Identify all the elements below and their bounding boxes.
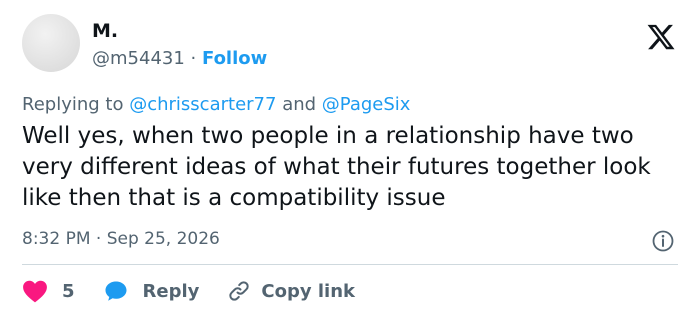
chat-bubble-icon — [105, 281, 127, 301]
reply-label: Reply — [142, 280, 200, 302]
reply-conjunction: and — [282, 94, 317, 115]
reply-prefix: Replying to — [22, 94, 124, 115]
author-handle[interactable]: @m54431 — [92, 48, 185, 69]
tweet-time[interactable]: 8:32 PM — [22, 229, 91, 249]
copy-link-button[interactable]: Copy link — [227, 279, 355, 303]
tweet-date[interactable]: Sep 25, 2026 — [107, 229, 220, 249]
divider — [22, 264, 678, 265]
mention-link-2[interactable]: @PageSix — [322, 94, 411, 115]
link-icon — [229, 281, 250, 301]
mention-link-1[interactable]: @chrisscarter77 — [129, 94, 276, 115]
author-handle-row: @m54431 · Follow — [92, 48, 267, 69]
copy-link-label: Copy link — [261, 280, 355, 302]
tweet-meta: 8:32 PM · Sep 25, 2026 — [22, 229, 220, 249]
tweet-text: Well yes, when two people in a relations… — [22, 123, 651, 211]
like-button[interactable]: 5 — [22, 279, 75, 303]
like-count: 5 — [62, 280, 75, 302]
action-bar: 5 Reply Copy link — [22, 276, 355, 306]
avatar[interactable] — [22, 14, 80, 72]
reply-context: Replying to @chrisscarter77 and @PageSix — [22, 94, 410, 115]
handle-separator: · — [190, 48, 197, 69]
reply-button[interactable]: Reply — [103, 279, 200, 303]
x-logo-icon[interactable] — [645, 22, 677, 52]
follow-button[interactable]: Follow — [202, 48, 267, 69]
heart-icon — [23, 280, 47, 303]
meta-separator: · — [95, 229, 102, 249]
info-icon[interactable] — [651, 229, 675, 253]
author-name[interactable]: M. — [92, 20, 118, 42]
